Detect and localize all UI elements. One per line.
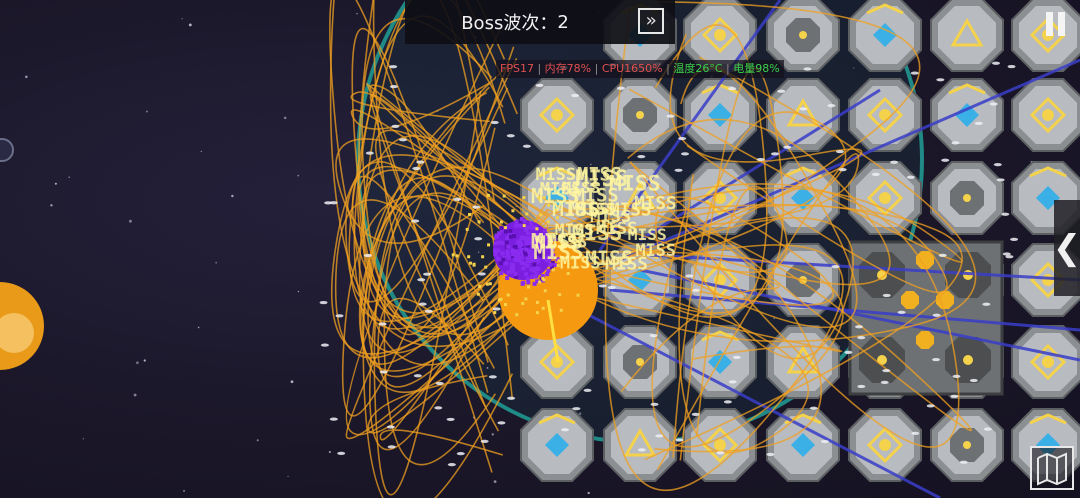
fps-stat: FPS17: [500, 62, 534, 75]
ship-module: [603, 325, 677, 399]
folded-map-icon: [1037, 452, 1067, 486]
ship-module: [766, 408, 840, 482]
miss-text: MISS: [572, 220, 623, 245]
ship-module: [848, 0, 922, 72]
fast-forward-button[interactable]: »: [638, 8, 664, 34]
performance-stats: FPS17 | 内存78% | CPU1650% | 温度26°C | 电量98…: [496, 60, 784, 78]
map-button[interactable]: [1030, 446, 1074, 490]
ship-module: [930, 161, 1004, 235]
temperature-stat: 温度26°C: [673, 62, 723, 75]
stat-separator: |: [533, 62, 545, 75]
ship-module: [930, 78, 1004, 152]
ship-module: [1011, 325, 1080, 399]
boss-wave-indicator: Boss波次： 2: [405, 0, 625, 44]
miss-text: MISS: [562, 178, 601, 197]
ship-module: [848, 78, 922, 152]
miss-text: MISS: [636, 240, 676, 260]
ship-module: [848, 161, 922, 235]
boss-wave-number: 2: [557, 11, 569, 33]
ship-module: [930, 0, 1004, 72]
battery-stat: 电量98%: [733, 62, 780, 75]
stat-separator: |: [662, 62, 674, 75]
stat-separator: |: [722, 62, 734, 75]
double-chevron-right-icon: »: [645, 10, 657, 31]
pause-button[interactable]: [1040, 8, 1070, 40]
memory-stat: 内存78%: [544, 62, 592, 75]
ship-module: [1011, 78, 1080, 152]
ship-module: [683, 408, 757, 482]
wave-bar: Boss波次： 2 »: [405, 0, 675, 44]
miss-text: MISS: [575, 200, 616, 220]
ship-module: [520, 78, 594, 152]
chevron-left-icon: ❮: [1052, 228, 1080, 268]
ship-module: [520, 408, 594, 482]
miss-text: MISS: [535, 233, 578, 253]
ship-module: [603, 408, 677, 482]
boss-wave-label: Boss波次：: [461, 13, 558, 34]
stat-separator: |: [591, 62, 602, 75]
cpu-stat: CPU1650%: [601, 62, 663, 75]
game-viewport[interactable]: MISS MISS MISS MISS MISS MISS MISS MISS MISS MISS…: [0, 0, 1080, 498]
left-planet: [0, 282, 44, 370]
side-panel-toggle[interactable]: ❮: [1052, 200, 1080, 296]
ship-module: [766, 325, 840, 399]
